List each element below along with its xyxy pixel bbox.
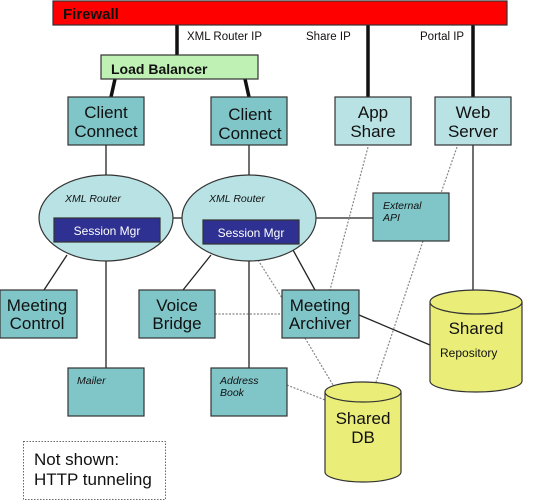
web-server: Web Server bbox=[434, 96, 512, 146]
label: Share bbox=[350, 122, 395, 141]
label: Server bbox=[448, 122, 498, 141]
router2-to-archiver-dotted bbox=[257, 259, 283, 299]
router2-to-voice-bridge bbox=[182, 254, 212, 291]
label: Book bbox=[220, 387, 245, 399]
client-connect-1: Client Connect bbox=[67, 96, 145, 146]
label: App bbox=[358, 103, 388, 122]
address-book: Address Book bbox=[210, 367, 288, 417]
lb-to-client-connect-2 bbox=[243, 78, 251, 98]
label: XML Router bbox=[64, 193, 121, 205]
lb-to-client-connect-1 bbox=[109, 78, 117, 98]
load-balancer-label: Load Balancer bbox=[111, 61, 208, 77]
label: XML Router bbox=[208, 193, 265, 205]
note-box: Not shown: HTTP tunneling bbox=[23, 441, 166, 500]
label: Connect bbox=[74, 122, 138, 141]
router1-to-meeting-control bbox=[43, 254, 68, 291]
share-ip-label: Share IP bbox=[306, 31, 351, 43]
meeting-archiver: Meeting Archiver bbox=[281, 289, 360, 339]
external-api-to-shared-db bbox=[375, 240, 424, 383]
shared-repository: Shared Repository bbox=[429, 289, 523, 393]
client-connect-2: Client Connect bbox=[210, 96, 288, 146]
label: Repository bbox=[440, 346, 497, 360]
address-book-to-shared-db bbox=[286, 384, 326, 401]
label: Voice bbox=[156, 296, 198, 315]
app-share: App Share bbox=[334, 96, 412, 146]
voice-bridge: Voice Bridge bbox=[138, 289, 216, 339]
xml-router-2: XML Router Session Mgr bbox=[181, 174, 317, 262]
label: Meeting bbox=[7, 296, 67, 315]
label: HTTP tunneling bbox=[34, 470, 152, 489]
external-api: External API bbox=[372, 192, 450, 242]
label: Web bbox=[456, 103, 491, 122]
firewall-label: Firewall bbox=[63, 6, 119, 23]
shared-db: Shared DB bbox=[324, 381, 402, 483]
meeting-control: Meeting Control bbox=[0, 289, 78, 339]
archiver-to-shared-db bbox=[304, 337, 334, 386]
archiver-to-repository bbox=[358, 314, 431, 346]
label: Control bbox=[10, 314, 65, 333]
label: External bbox=[383, 200, 422, 212]
label: Address bbox=[219, 375, 259, 387]
label: Client bbox=[228, 105, 272, 124]
label: API bbox=[382, 212, 400, 224]
label: Bridge bbox=[152, 314, 201, 333]
architecture-diagram: Firewall XML Router IP Share IP Portal I… bbox=[0, 0, 523, 500]
label: Mailer bbox=[77, 375, 106, 387]
router2-to-meeting-archiver bbox=[292, 249, 316, 291]
mailer: Mailer bbox=[67, 367, 145, 417]
label: Client bbox=[84, 103, 128, 122]
xml-router-1: XML Router Session Mgr bbox=[38, 174, 174, 262]
load-balancer: Load Balancer bbox=[100, 54, 259, 80]
label: Session Mgr bbox=[74, 224, 141, 238]
label: Connect bbox=[218, 124, 282, 143]
label: Shared bbox=[336, 409, 391, 428]
xml-router-ip-label: XML Router IP bbox=[187, 31, 262, 43]
label: Shared bbox=[449, 319, 504, 338]
label: Session Mgr bbox=[218, 226, 285, 240]
label: Meeting bbox=[290, 296, 350, 315]
firewall: Firewall bbox=[52, 0, 508, 26]
label: DB bbox=[351, 428, 375, 447]
label: Not shown: bbox=[34, 450, 119, 469]
web-server-to-external-api bbox=[440, 146, 458, 194]
portal-ip-label: Portal IP bbox=[420, 31, 464, 43]
label: Archiver bbox=[289, 314, 352, 333]
